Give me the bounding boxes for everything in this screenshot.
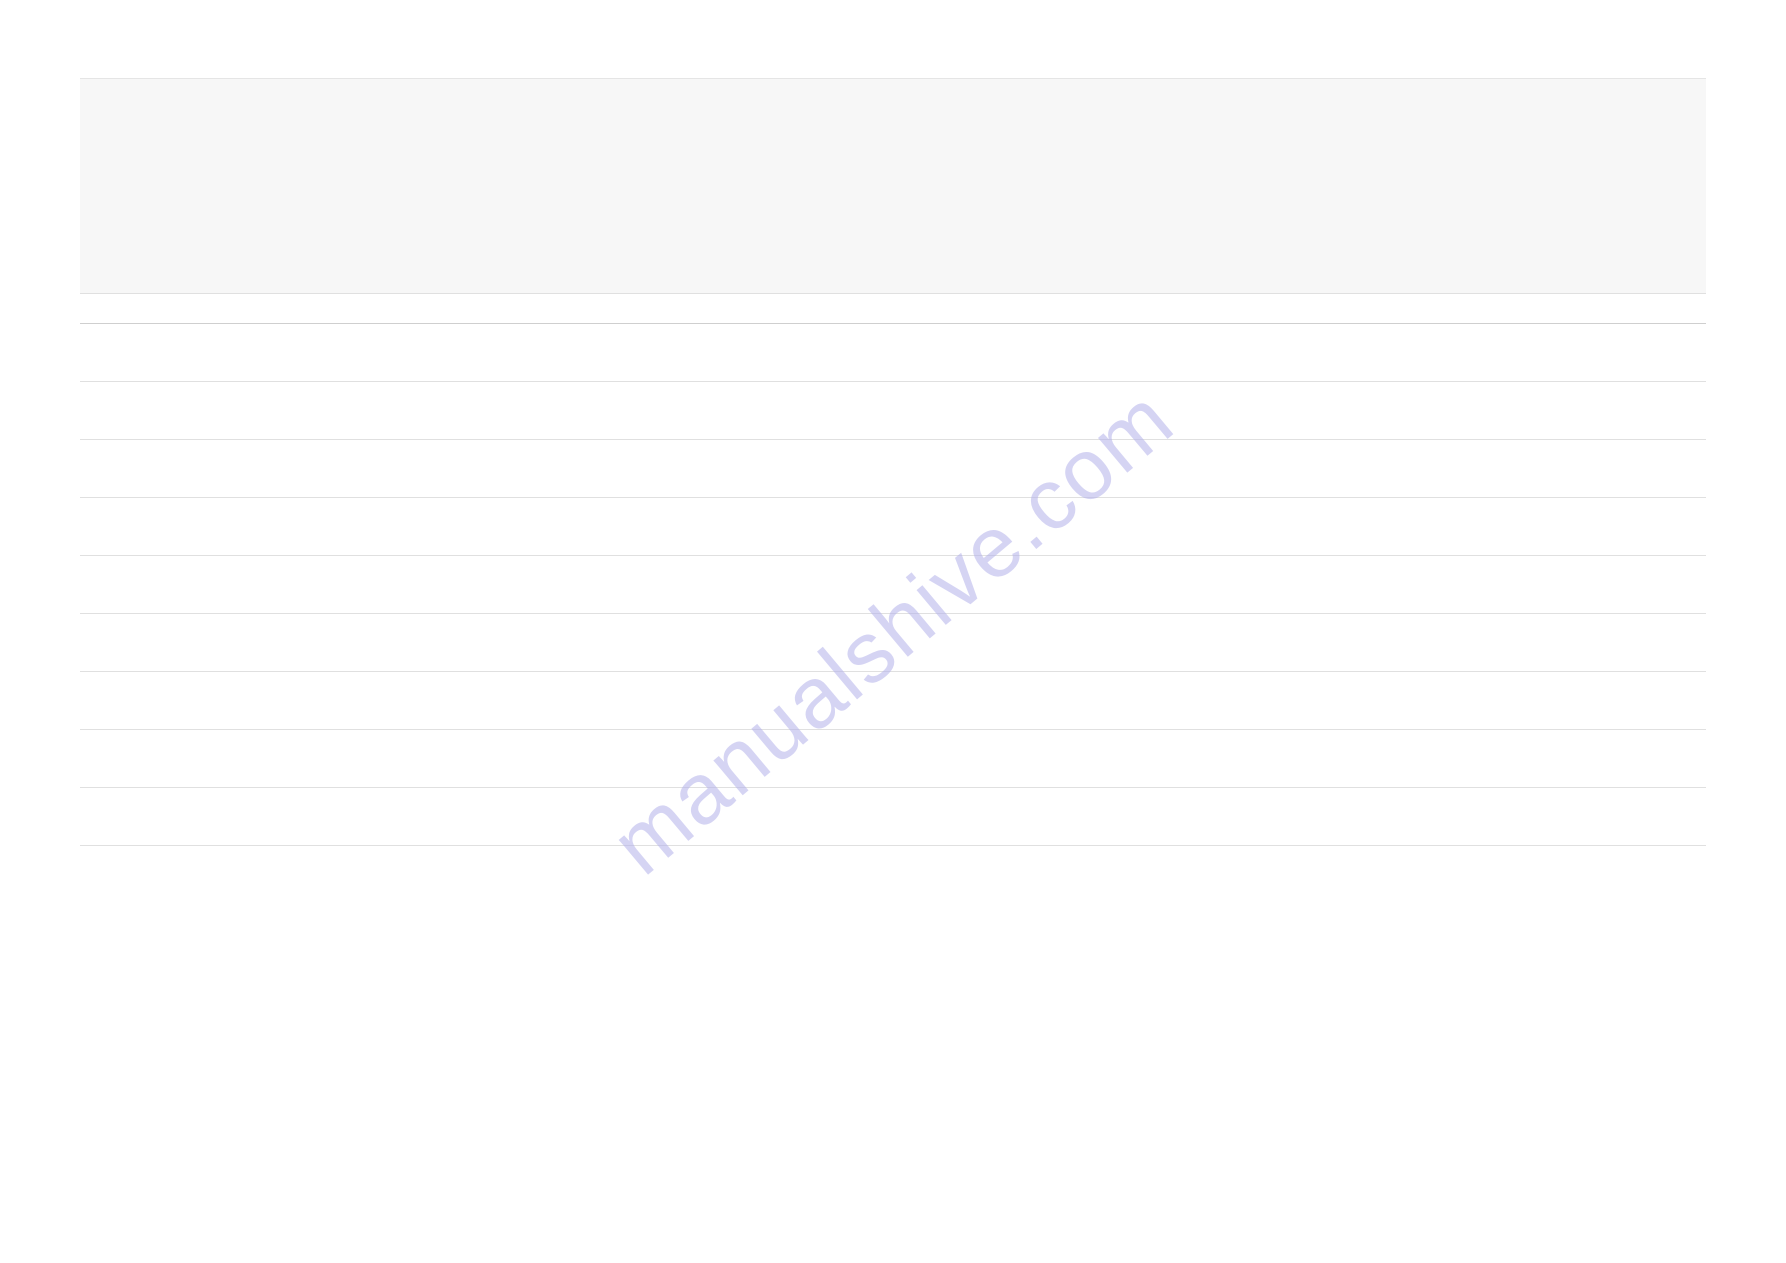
rule-line: [80, 440, 1706, 498]
rule-line: [80, 382, 1706, 440]
document-page: manualshive.com: [0, 0, 1786, 1263]
rule-line: [80, 498, 1706, 556]
rule-line: [80, 730, 1706, 788]
rule-line: [80, 788, 1706, 846]
rule-line: [80, 324, 1706, 382]
ruled-lines: [80, 294, 1706, 846]
rule-line: [80, 556, 1706, 614]
rule-line: [80, 672, 1706, 730]
header-block: [80, 78, 1706, 294]
rule-line: [80, 614, 1706, 672]
rule-line: [80, 294, 1706, 324]
